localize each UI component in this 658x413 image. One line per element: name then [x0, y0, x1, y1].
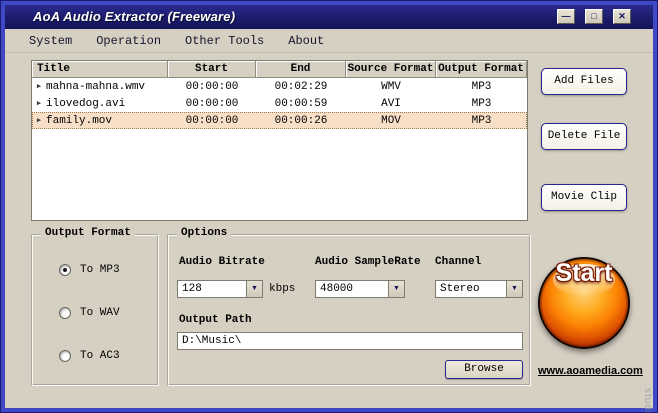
- browse-button[interactable]: Browse: [445, 360, 523, 379]
- audio-samplerate-label: Audio SampleRate: [315, 256, 421, 268]
- file-start-time: 00:00:00: [168, 81, 256, 93]
- bitrate-value: 128: [178, 281, 246, 297]
- start-button[interactable]: Start: [538, 257, 630, 349]
- file-start-time: 00:00:00: [168, 115, 256, 127]
- close-button[interactable]: ✕: [613, 9, 631, 24]
- file-output-format: MP3: [436, 115, 527, 127]
- title-bar[interactable]: AoA Audio Extractor (Freeware) — □ ✕: [5, 5, 653, 29]
- kbps-unit-label: kbps: [269, 283, 295, 295]
- movie-clip-button[interactable]: Movie Clip: [541, 184, 627, 211]
- file-source-format: WMV: [346, 81, 436, 93]
- file-title: family.mov: [46, 115, 112, 127]
- radio-label: To MP3: [80, 264, 120, 276]
- file-item-icon: ▶: [32, 99, 46, 108]
- column-header-title[interactable]: Title: [32, 61, 168, 78]
- menu-bar: System Operation Other Tools About: [5, 29, 653, 53]
- maximize-button[interactable]: □: [585, 9, 603, 24]
- app-window: AoA Audio Extractor (Freeware) — □ ✕ Sys…: [0, 0, 658, 413]
- column-header-start[interactable]: Start: [168, 61, 256, 78]
- radio-label: To WAV: [80, 307, 120, 319]
- website-link[interactable]: www.aoamedia.com: [538, 365, 643, 377]
- radio-label: To AC3: [80, 350, 120, 362]
- column-header-end[interactable]: End: [256, 61, 346, 78]
- output-path-input[interactable]: [177, 332, 523, 350]
- samplerate-dropdown[interactable]: 48000 ▼: [315, 280, 405, 298]
- options-group: Options Audio Bitrate Audio SampleRate C…: [167, 234, 531, 386]
- file-end-time: 00:00:59: [256, 98, 346, 110]
- menu-item-other-tools[interactable]: Other Tools: [181, 32, 268, 50]
- channel-label: Channel: [435, 256, 481, 268]
- channel-value: Stereo: [436, 281, 506, 297]
- radio-selected-icon: [59, 264, 71, 276]
- file-source-format: MOV: [346, 115, 436, 127]
- start-label: Start: [540, 259, 628, 347]
- file-item-icon: ▶: [32, 82, 46, 91]
- group-title: Options: [177, 227, 231, 239]
- file-start-time: 00:00:00: [168, 98, 256, 110]
- table-row[interactable]: ▶ ilovedog.avi 00:00:00 00:00:59 AVI MP3: [32, 95, 527, 112]
- minimize-button[interactable]: —: [557, 9, 575, 24]
- menu-item-system[interactable]: System: [25, 32, 76, 50]
- radio-to-ac3[interactable]: To AC3: [59, 350, 120, 362]
- file-output-format: MP3: [436, 81, 527, 93]
- output-format-group: Output Format To MP3 To WAV To AC3: [31, 234, 159, 386]
- file-output-format: MP3: [436, 98, 527, 110]
- delete-file-button[interactable]: Delete File: [541, 123, 627, 150]
- file-list: Title Start End Source Format Output For…: [31, 60, 528, 221]
- table-header: Title Start End Source Format Output For…: [32, 61, 527, 78]
- radio-to-wav[interactable]: To WAV: [59, 307, 120, 319]
- output-path-label: Output Path: [179, 314, 252, 326]
- chevron-down-icon[interactable]: ▼: [388, 281, 404, 297]
- file-end-time: 00:02:29: [256, 81, 346, 93]
- group-title: Output Format: [41, 227, 135, 239]
- column-header-output-format[interactable]: Output Format: [436, 61, 527, 78]
- radio-icon: [59, 350, 71, 362]
- file-item-icon: ▶: [32, 116, 46, 125]
- menu-item-operation[interactable]: Operation: [92, 32, 165, 50]
- file-end-time: 00:00:26: [256, 115, 346, 127]
- chevron-down-icon[interactable]: ▼: [506, 281, 522, 297]
- radio-icon: [59, 307, 71, 319]
- table-row[interactable]: ▶ mahna-mahna.wmv 00:00:00 00:02:29 WMV …: [32, 78, 527, 95]
- app-body: Title Start End Source Format Output For…: [5, 53, 653, 408]
- add-files-button[interactable]: Add Files: [541, 68, 627, 95]
- file-title: mahna-mahna.wmv: [46, 81, 145, 93]
- file-source-format: AVI: [346, 98, 436, 110]
- radio-to-mp3[interactable]: To MP3: [59, 264, 120, 276]
- channel-dropdown[interactable]: Stereo ▼: [435, 280, 523, 298]
- window-title: AoA Audio Extractor (Freeware): [33, 9, 235, 24]
- table-row-selected[interactable]: ▶ family.mov 00:00:00 00:00:26 MOV MP3: [32, 112, 527, 129]
- watermark: studna.cz: [642, 388, 653, 413]
- chevron-down-icon[interactable]: ▼: [246, 281, 262, 297]
- bitrate-dropdown[interactable]: 128 ▼: [177, 280, 263, 298]
- menu-item-about[interactable]: About: [284, 32, 328, 50]
- samplerate-value: 48000: [316, 281, 388, 297]
- file-title: ilovedog.avi: [46, 98, 125, 110]
- audio-bitrate-label: Audio Bitrate: [179, 256, 265, 268]
- column-header-source-format[interactable]: Source Format: [346, 61, 436, 78]
